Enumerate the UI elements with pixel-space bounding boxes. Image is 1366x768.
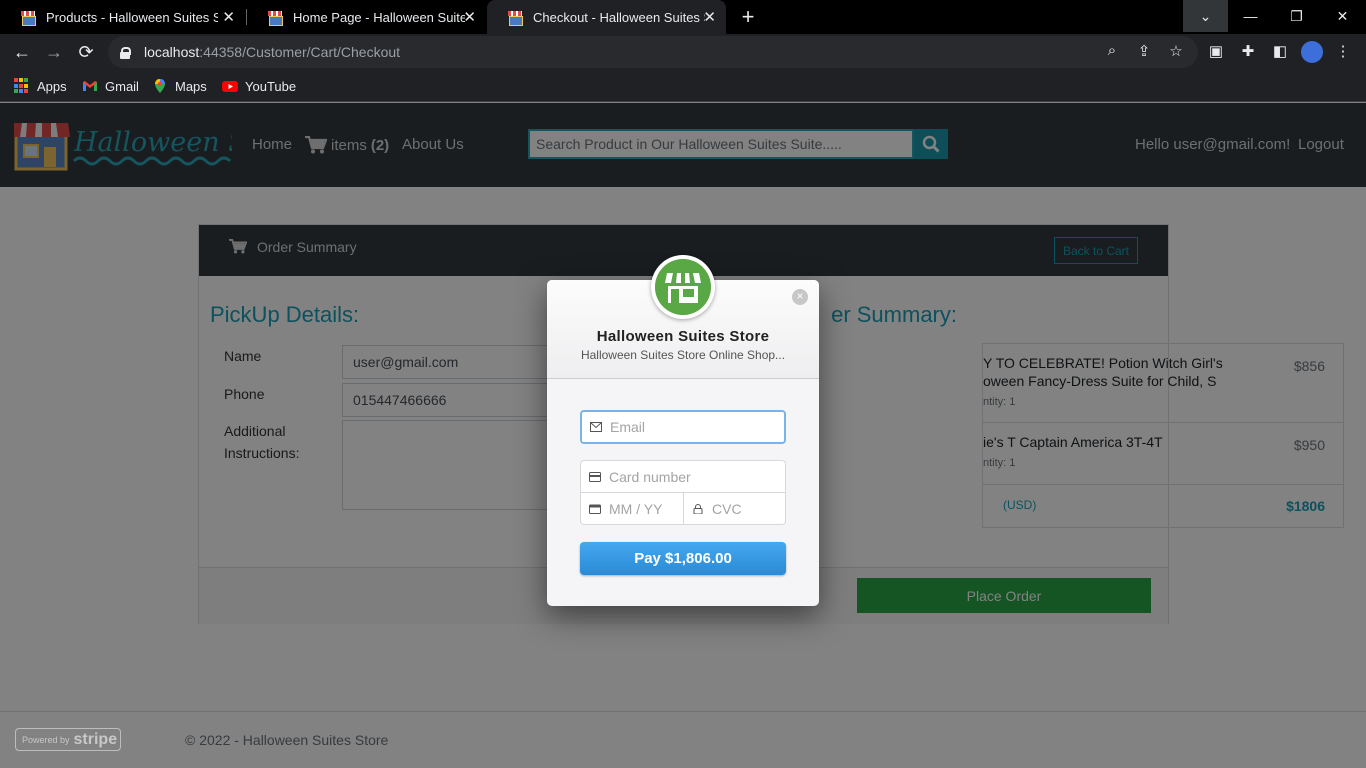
tab-home-page[interactable]: Home Page - Halloween Suites Store ✕ [247,0,486,34]
tab-title: Products - Halloween Suites Store [46,9,218,25]
credit-card-icon [589,471,601,482]
storefront-icon [655,259,711,315]
tab-title: Home Page - Halloween Suites Store [293,9,465,25]
bookmark-label: Maps [175,78,207,94]
modal-store-description: Halloween Suites Store Online Shop... [580,348,786,362]
email-field[interactable]: Email [580,410,786,444]
youtube-icon [222,81,238,92]
back-arrow-icon[interactable]: ← [8,38,36,66]
powered-by-stripe-badge[interactable]: Powered by stripe [15,728,121,751]
menu-kebab-icon[interactable]: ⋮ [1333,42,1353,62]
stripe-wordmark: stripe [73,730,118,748]
bookmark-label: Apps [37,78,67,94]
close-tab-icon[interactable]: ✕ [703,8,716,26]
forward-arrow-icon[interactable]: → [40,38,68,66]
store-logo [651,255,715,319]
expiry-placeholder: MM / YY [609,500,663,517]
modal-close-button[interactable]: × [792,289,808,305]
minimize-button[interactable]: — [1228,0,1273,32]
gmail-icon [83,81,97,91]
bookmark-gmail[interactable]: Gmail [82,77,139,95]
share-icon[interactable]: ⇪ [1134,42,1154,62]
padlock-icon [693,503,703,514]
modal-header: × Halloween Suites Store Halloween Suite… [547,255,819,379]
bookmark-label: Gmail [105,78,139,94]
restore-button[interactable]: ❐ [1274,0,1319,32]
url-text[interactable]: localhost:44358/Customer/Cart/Checkout [144,44,400,60]
envelope-icon [590,422,602,432]
side-panel-icon[interactable]: ◧ [1270,42,1290,62]
lock-icon[interactable] [120,46,131,59]
bookmark-apps[interactable]: Apps [14,77,67,95]
maps-pin-icon [155,79,165,93]
new-tab-button[interactable]: + [738,4,758,30]
bookmarks-bar: Apps Gmail Maps YouTube [0,70,1366,102]
store-favicon-icon [507,9,523,26]
bookmark-label: YouTube [245,78,297,94]
store-favicon-icon [20,9,36,26]
store-favicon-icon [267,9,283,26]
browser-tab-bar: Products - Halloween Suites Store ✕ Home… [0,0,1366,34]
powered-by-text: Powered by [22,734,70,745]
email-placeholder: Email [610,419,646,435]
reload-icon[interactable]: ⟳ [72,38,100,66]
tab-search-button[interactable]: ⌄ [1183,0,1228,32]
close-tab-icon[interactable]: ✕ [463,8,476,26]
card-number-field[interactable]: Card number [580,460,786,493]
stripe-checkout-modal: × Halloween Suites Store Halloween Suite… [547,255,819,606]
calendar-icon [589,504,601,514]
cvc-field[interactable]: CVC [683,492,786,525]
bookmark-maps[interactable]: Maps [152,77,207,95]
close-tab-icon[interactable]: ✕ [222,8,235,26]
pay-button[interactable]: Pay $1,806.00 [580,542,786,575]
apps-grid-icon [14,78,30,94]
cvc-placeholder: CVC [712,500,742,517]
puzzle-extensions-icon[interactable]: ✚ [1238,42,1258,62]
close-window-button[interactable]: ✕ [1320,0,1365,32]
address-bar[interactable]: localhost:44358/Customer/Cart/Checkout ⌕… [108,36,1198,68]
card-number-placeholder: Card number [609,468,691,485]
zoom-icon[interactable]: ⌕ [1102,42,1122,62]
modal-store-name: Halloween Suites Store [596,328,770,345]
bookmark-star-icon[interactable]: ☆ [1166,42,1186,62]
browser-toolbar: ← → ⟳ localhost:44358/Customer/Cart/Chec… [0,34,1366,70]
tab-title: Checkout - Halloween Suites Store [533,9,705,25]
expiry-field[interactable]: MM / YY [580,492,684,525]
tab-products[interactable]: Products - Halloween Suites Store ✕ [0,0,245,34]
profile-avatar[interactable] [1301,41,1323,63]
extension-icon[interactable]: ▣ [1206,42,1226,62]
bookmark-youtube[interactable]: YouTube [222,77,296,95]
tab-checkout[interactable]: Checkout - Halloween Suites Store ✕ [487,0,726,34]
